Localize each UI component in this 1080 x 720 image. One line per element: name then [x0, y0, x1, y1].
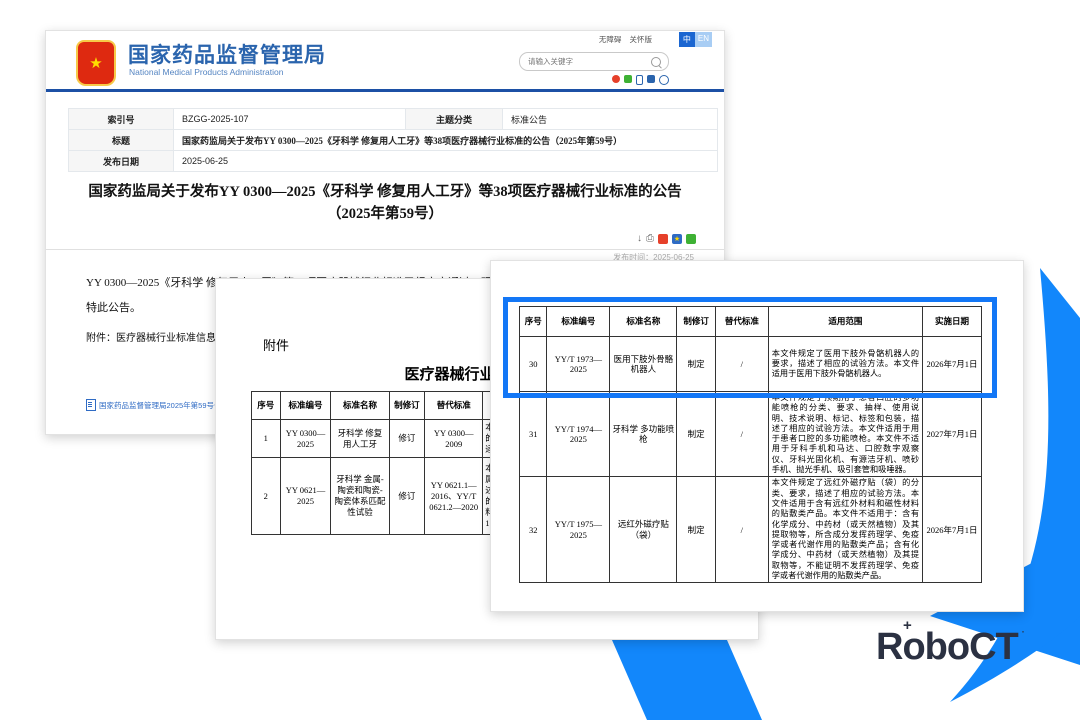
meta-value-date: 2025-06-25	[174, 151, 718, 172]
language-toggle: 中 EN	[679, 32, 712, 47]
table-row-32: 32 YY/T 1975—2025 远红外磁疗贴（袋） 制定 / 本文件规定了远…	[520, 477, 982, 583]
doc-file-icon	[86, 399, 96, 411]
lang-zh-button[interactable]: 中	[679, 32, 695, 47]
meta-label-title: 标题	[69, 130, 174, 151]
cell-scope: 本文件规定了远红外磁疗贴（袋）的分类、要求，描述了相应的试验方法。本文件适用于含…	[768, 477, 922, 583]
share-wechat-icon[interactable]	[686, 234, 696, 244]
cell-date: 2027年7月1日	[923, 392, 982, 477]
meta-value-category: 标准公告	[503, 109, 718, 130]
annex-label: 附件	[263, 335, 289, 354]
mobile-icon[interactable]	[636, 75, 643, 85]
national-emblem-logo: ★	[76, 40, 116, 86]
roboct-logo: + RoboCT ·	[876, 626, 1018, 669]
user-icon[interactable]	[659, 75, 669, 85]
cell-replaces: /	[715, 477, 768, 583]
document-meta-table: 索引号 BZGG-2025-107 主题分类 标准公告 标题 国家药监局关于发布…	[68, 108, 718, 172]
lang-en-button[interactable]: EN	[695, 32, 712, 47]
cell-no: 32	[520, 477, 547, 583]
cell-code: YY 0300—2025	[280, 420, 331, 458]
content-divider	[46, 249, 724, 250]
col-header-name: 标准名称	[331, 392, 389, 420]
download-icon[interactable]: ↓	[637, 233, 642, 244]
col-header-code: 标准编号	[280, 392, 331, 420]
search-box	[519, 52, 669, 71]
org-name-en: National Medical Products Administration	[129, 67, 284, 77]
cell-replaces: YY 0621.1—2016、YY/T 0621.2—2020	[425, 458, 483, 535]
col-header-replaces: 替代标准	[425, 392, 483, 420]
favorite-star-icon[interactable]: ★	[672, 234, 682, 244]
wechat-icon[interactable]	[624, 75, 632, 83]
cell-name: 牙科学 修复用人工牙	[331, 420, 389, 458]
cell-date: 2026年7月1日	[923, 477, 982, 583]
cell-name: 牙科学 金属-陶瓷和陶瓷-陶瓷体系匹配性试验	[331, 458, 389, 535]
header-divider	[46, 89, 724, 92]
cell-no: 2	[252, 458, 281, 535]
cell-no: 31	[520, 392, 547, 477]
cell-name: 牙科学 多功能喷枪	[610, 392, 677, 477]
accessibility-link[interactable]: 无障碍	[599, 35, 622, 44]
meta-label-category: 主题分类	[406, 109, 503, 130]
announcement-body-line2: 特此公告。	[86, 299, 141, 315]
page-title: 国家药监局关于发布YY 0300—2025《牙科学 修复用人工牙》等38项医疗器…	[75, 181, 695, 225]
annex-note: 附件：医疗器械行业标准信息表	[86, 329, 226, 344]
meta-label-index: 索引号	[69, 109, 174, 130]
table-row-31: 31 YY/T 1974—2025 牙科学 多功能喷枪 制定 / 本文件规定了预…	[520, 392, 982, 477]
meta-label-date: 发布日期	[69, 151, 174, 172]
cell-revision: 修订	[389, 420, 425, 458]
cell-code: YY 0621—2025	[280, 458, 331, 535]
cell-name: 远红外磁疗贴（袋）	[610, 477, 677, 583]
search-input[interactable]	[520, 57, 651, 66]
org-name-cn: 国家药品监督管理局	[128, 39, 326, 69]
meta-value-title: 国家药监局关于发布YY 0300—2025《牙科学 修复用人工牙》等38项医疗器…	[174, 130, 718, 151]
print-icon[interactable]: ⎙	[646, 233, 654, 244]
cell-code: YY/T 1975—2025	[547, 477, 610, 583]
mail-icon[interactable]	[647, 75, 655, 83]
cell-replaces: YY 0300—2009	[425, 420, 483, 458]
highlight-rectangle	[503, 297, 997, 398]
social-icon-row	[612, 75, 669, 85]
cell-revision: 修订	[389, 458, 425, 535]
cell-scope: 本文件规定了预期用于患者口腔的多功能喷枪的分类、要求、抽样、使用说明、技术说明、…	[768, 392, 922, 477]
cell-no: 1	[252, 420, 281, 458]
logo-dot-icon: ·	[1022, 627, 1025, 637]
care-version-link[interactable]: 关怀版	[630, 35, 653, 44]
logo-plus-icon: +	[903, 617, 912, 634]
share-toolbar: ↓ ⎙ ★	[637, 233, 696, 244]
cell-revision: 制定	[677, 477, 716, 583]
weibo-icon[interactable]	[612, 75, 620, 83]
roboct-logo-text: RoboCT	[876, 626, 1018, 668]
col-header-no: 序号	[252, 392, 281, 420]
search-icon[interactable]	[651, 57, 661, 67]
topbar-links: 无障碍 关怀版	[593, 34, 652, 45]
col-header-revision: 制修订	[389, 392, 425, 420]
meta-value-index: BZGG-2025-107	[174, 109, 406, 130]
cell-code: YY/T 1974—2025	[547, 392, 610, 477]
cell-replaces: /	[715, 392, 768, 477]
share-weibo-icon[interactable]	[658, 234, 668, 244]
cell-revision: 制定	[677, 392, 716, 477]
